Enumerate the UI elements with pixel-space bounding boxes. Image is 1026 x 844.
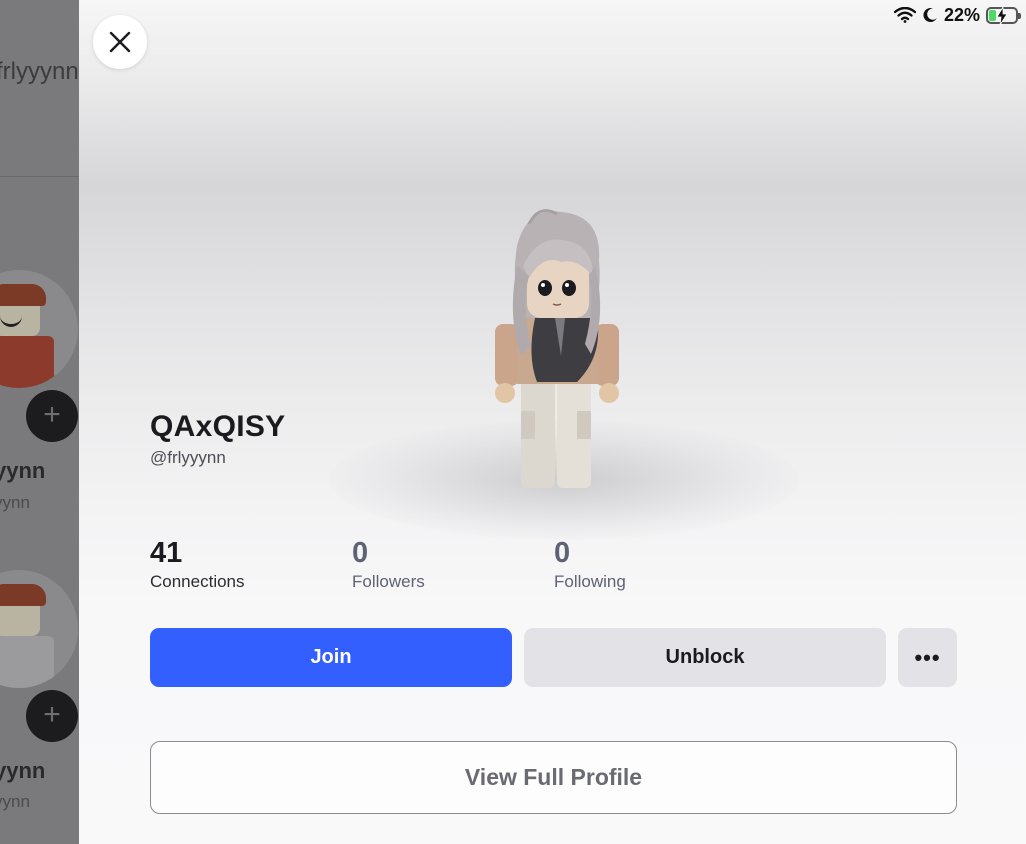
view-full-profile-button[interactable]: View Full Profile [150,741,957,814]
background-user-handle: yynn [0,493,30,512]
more-options-button[interactable]: ••• [898,628,957,687]
avatar-figure [495,209,619,488]
battery-icon [986,6,1021,25]
stat-followers[interactable]: 0 Followers [352,536,425,592]
moon-icon [923,8,937,23]
profile-modal: QAxQISY @frlyyynn 41 Connections 0 Follo… [79,0,1026,844]
background-avatar [0,570,78,688]
background-user-handle: yynn [0,792,30,811]
status-bar: 22% [893,4,1021,26]
plus-icon: + [43,698,61,731]
add-connection-button[interactable]: + [26,390,78,442]
stat-label: Connections [150,572,245,591]
join-button[interactable]: Join [150,628,512,687]
unblock-button[interactable]: Unblock [524,628,886,687]
stat-connections[interactable]: 41 Connections [150,536,245,592]
stat-label: Followers [352,572,425,591]
background-list: frlyyynn + yynn yynn + yynn yynn [0,0,79,844]
stat-value: 0 [352,537,369,569]
add-connection-button[interactable]: + [26,690,78,742]
background-user-name: yynn [0,758,46,783]
background-user-name: yynn [0,458,46,483]
wifi-icon [893,7,916,23]
close-icon [109,31,131,53]
stat-value: 0 [554,537,571,569]
stat-label: Following [554,572,626,591]
battery-percent: 22% [943,4,980,25]
background-avatar [0,270,78,388]
stat-following[interactable]: 0 Following [554,536,626,592]
background-divider [0,176,79,177]
background-title: frlyyynn [0,58,79,85]
more-icon: ••• [914,644,941,670]
display-name: QAxQISY [150,410,286,443]
stat-value: 41 [150,537,183,569]
username: @frlyyynn [150,448,226,467]
plus-icon: + [43,398,61,431]
close-button[interactable] [93,15,147,69]
